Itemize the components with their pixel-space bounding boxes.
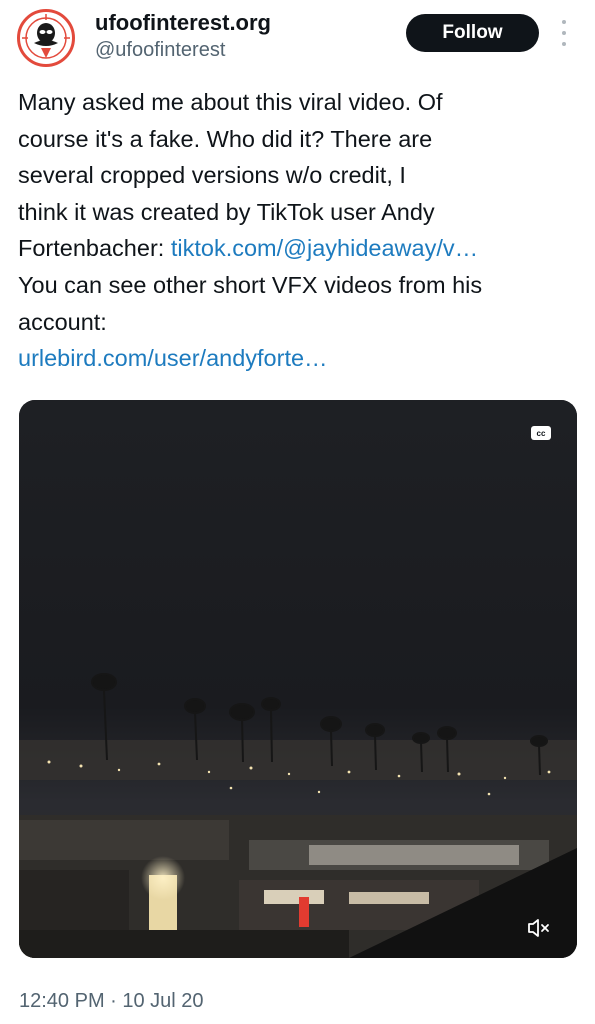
- urlebird-link[interactable]: urlebird.com/user/andyforte…: [18, 345, 328, 371]
- volume-muted-icon[interactable]: [527, 917, 551, 939]
- avatar[interactable]: [17, 9, 75, 67]
- tweet-text-line: account:: [18, 308, 107, 335]
- video-frame: [19, 400, 577, 958]
- more-dot: [562, 20, 566, 24]
- more-vertical-icon[interactable]: [556, 20, 572, 46]
- tweet-text-line: You can see other short VFX videos from …: [18, 271, 483, 298]
- video-player[interactable]: cc: [19, 400, 577, 958]
- more-dot: [562, 42, 566, 46]
- tweet-text-line: several cropped versions w/o credit, I: [18, 162, 406, 189]
- author-display-name[interactable]: ufoofinterest.org: [95, 10, 271, 36]
- more-dot: [562, 31, 566, 35]
- closed-captions-button[interactable]: cc: [531, 426, 551, 440]
- tweet-text-line: Fortenbacher: tiktok.com/@jayhideaway/v…: [18, 230, 583, 267]
- tweet-card: ufoofinterest.org @ufoofinterest Follow …: [0, 0, 595, 1024]
- tweet-text-line: urlebird.com/user/andyforte…: [18, 340, 583, 377]
- tweet-text-line: Many asked me about this viral video. Of: [18, 89, 443, 115]
- alien-logo-icon: [21, 13, 71, 63]
- tweet-text-line: course it's a fake. Who did it? There ar…: [18, 125, 433, 152]
- tweet-text: Many asked me about this viral video. Of…: [18, 84, 583, 377]
- follow-button[interactable]: Follow: [406, 14, 539, 52]
- tweet-text-segment: Fortenbacher:: [18, 235, 171, 262]
- tweet-text-line: think it was created by TikTok user Andy: [18, 198, 435, 225]
- tiktok-link[interactable]: tiktok.com/@jayhideaway/v…: [171, 235, 478, 261]
- tweet-timestamp[interactable]: 12:40 PM · 10 Jul 20: [19, 990, 204, 1013]
- author-handle[interactable]: @ufoofinterest: [95, 39, 225, 62]
